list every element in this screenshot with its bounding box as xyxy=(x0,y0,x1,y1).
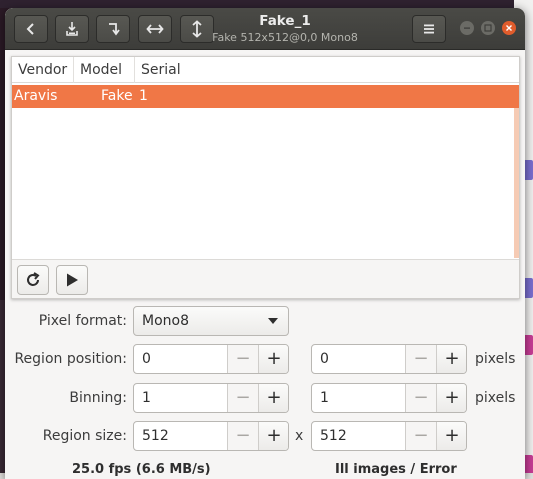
region-position-label: Region position: xyxy=(14,351,127,367)
snapshot-button[interactable] xyxy=(55,15,89,43)
camera-settings: Pixel format: Mono8 Region position: 0 −… xyxy=(5,300,525,479)
column-header-serial[interactable]: Serial xyxy=(135,57,519,83)
binning-x-spinner[interactable]: 1 − + xyxy=(133,383,289,413)
list-scrollbar[interactable] xyxy=(514,108,519,258)
rotate-button[interactable] xyxy=(96,15,130,43)
frame-rate-status: 25.0 fps (6.6 MB/s) xyxy=(72,462,211,477)
camera-vendor: Aravis xyxy=(14,88,58,104)
binning-y-increment[interactable]: + xyxy=(436,384,466,412)
binning-y-value[interactable]: 1 xyxy=(320,384,329,412)
binning-y-decrement[interactable]: − xyxy=(405,384,436,412)
close-button[interactable] xyxy=(502,21,516,35)
close-icon xyxy=(506,25,512,31)
camera-model: Fake xyxy=(101,88,133,104)
redo-arrow-icon xyxy=(109,23,120,36)
dropdown-arrow-icon xyxy=(268,318,278,324)
region-position-unit: pixels xyxy=(475,351,516,367)
horizontal-flip-icon xyxy=(146,24,164,34)
region-y-spinner[interactable]: 0 − + xyxy=(311,344,467,374)
binning-x-decrement[interactable]: − xyxy=(227,384,258,412)
back-button[interactable] xyxy=(14,15,48,43)
maximize-button[interactable] xyxy=(481,21,495,35)
region-width-value[interactable]: 512 xyxy=(142,422,169,450)
camera-list-toolbar xyxy=(12,259,519,298)
image-count-status: Ill images / Error xyxy=(335,462,457,477)
region-x-spinner[interactable]: 0 − + xyxy=(133,344,289,374)
region-y-value[interactable]: 0 xyxy=(320,345,329,373)
viewer-window: Fake_1 Fake 512x512@0,0 Mono8 Vendor Mod… xyxy=(5,8,525,479)
play-icon xyxy=(67,273,78,287)
region-height-decrement[interactable]: − xyxy=(405,422,436,450)
region-size-separator: x xyxy=(295,428,304,444)
region-height-increment[interactable]: + xyxy=(436,422,466,450)
region-x-decrement[interactable]: − xyxy=(227,345,258,373)
minimize-icon xyxy=(464,27,470,29)
chevron-left-icon xyxy=(26,23,34,35)
main-menu-button[interactable] xyxy=(412,15,446,43)
column-header-model[interactable]: Model xyxy=(74,57,135,83)
maximize-icon xyxy=(484,24,492,32)
camera-list-header: Vendor Model Serial xyxy=(12,57,519,83)
snapshot-save-icon xyxy=(66,22,78,36)
pixel-format-value: Mono8 xyxy=(142,313,189,329)
region-width-increment[interactable]: + xyxy=(258,422,288,450)
refresh-icon xyxy=(27,272,40,286)
region-y-increment[interactable]: + xyxy=(436,345,466,373)
region-x-value[interactable]: 0 xyxy=(142,345,151,373)
region-size-label: Region size: xyxy=(42,428,127,444)
headerbar: Fake_1 Fake 512x512@0,0 Mono8 xyxy=(5,8,525,50)
desktop-top-strip xyxy=(0,0,533,8)
region-width-spinner[interactable]: 512 − + xyxy=(133,421,289,451)
camera-serial: 1 xyxy=(139,88,148,104)
binning-x-increment[interactable]: + xyxy=(258,384,288,412)
camera-list-panel: Vendor Model Serial Aravis Fake 1 xyxy=(11,56,520,299)
camera-row-selected[interactable]: Aravis Fake 1 xyxy=(12,85,519,108)
binning-label: Binning: xyxy=(69,390,127,406)
window-title: Fake_1 xyxy=(259,13,311,29)
region-height-spinner[interactable]: 512 − + xyxy=(311,421,467,451)
region-y-decrement[interactable]: − xyxy=(405,345,436,373)
binning-x-value[interactable]: 1 xyxy=(142,384,151,412)
region-height-value[interactable]: 512 xyxy=(320,422,347,450)
refresh-button[interactable] xyxy=(17,265,49,295)
column-header-vendor[interactable]: Vendor xyxy=(12,57,74,83)
window-subtitle: Fake 512x512@0,0 Mono8 xyxy=(212,31,358,44)
binning-y-spinner[interactable]: 1 − + xyxy=(311,383,467,413)
region-x-increment[interactable]: + xyxy=(258,345,288,373)
pixel-format-label: Pixel format: xyxy=(38,313,127,329)
pixel-format-combo[interactable]: Mono8 xyxy=(133,306,289,336)
region-width-decrement[interactable]: − xyxy=(227,422,258,450)
hamburger-menu-icon xyxy=(424,24,434,34)
start-video-button[interactable] xyxy=(56,265,88,295)
binning-unit: pixels xyxy=(475,390,516,406)
minimize-button[interactable] xyxy=(460,21,474,35)
